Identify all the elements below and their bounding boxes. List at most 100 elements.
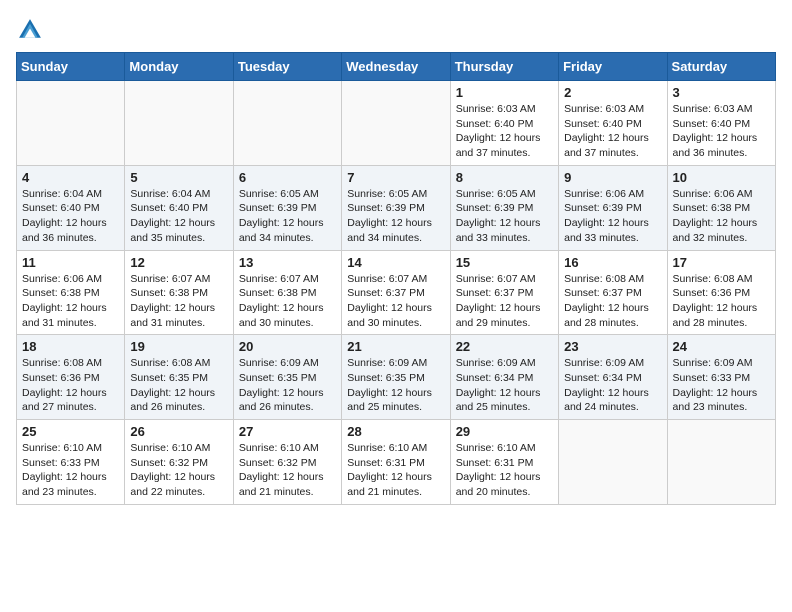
day-info: Sunrise: 6:09 AM Sunset: 6:33 PM Dayligh… xyxy=(673,356,770,415)
calendar-cell: 4 Sunrise: 6:04 AM Sunset: 6:40 PM Daylig… xyxy=(17,165,125,250)
calendar-cell: 29 Sunrise: 6:10 AM Sunset: 6:31 PM Dayli… xyxy=(450,420,558,505)
day-info: Sunrise: 6:06 AM Sunset: 6:38 PM Dayligh… xyxy=(22,272,119,331)
day-info: Sunrise: 6:03 AM Sunset: 6:40 PM Dayligh… xyxy=(673,102,770,161)
weekday-header-saturday: Saturday xyxy=(667,53,775,81)
calendar-cell xyxy=(559,420,667,505)
day-info: Sunrise: 6:10 AM Sunset: 6:32 PM Dayligh… xyxy=(130,441,227,500)
day-number: 7 xyxy=(347,170,444,185)
day-info: Sunrise: 6:10 AM Sunset: 6:32 PM Dayligh… xyxy=(239,441,336,500)
day-info: Sunrise: 6:10 AM Sunset: 6:33 PM Dayligh… xyxy=(22,441,119,500)
weekday-header-thursday: Thursday xyxy=(450,53,558,81)
calendar-cell: 18 Sunrise: 6:08 AM Sunset: 6:36 PM Dayli… xyxy=(17,335,125,420)
calendar-cell: 12 Sunrise: 6:07 AM Sunset: 6:38 PM Dayli… xyxy=(125,250,233,335)
calendar-week-4: 18 Sunrise: 6:08 AM Sunset: 6:36 PM Dayli… xyxy=(17,335,776,420)
calendar-cell: 26 Sunrise: 6:10 AM Sunset: 6:32 PM Dayli… xyxy=(125,420,233,505)
day-info: Sunrise: 6:09 AM Sunset: 6:34 PM Dayligh… xyxy=(456,356,553,415)
calendar-cell xyxy=(17,81,125,166)
calendar-cell: 7 Sunrise: 6:05 AM Sunset: 6:39 PM Daylig… xyxy=(342,165,450,250)
day-info: Sunrise: 6:08 AM Sunset: 6:36 PM Dayligh… xyxy=(673,272,770,331)
weekday-header-wednesday: Wednesday xyxy=(342,53,450,81)
calendar-cell: 10Sunrise: 6:06 AM Sunset: 6:38 PM Dayli… xyxy=(667,165,775,250)
calendar-cell: 3Sunrise: 6:03 AM Sunset: 6:40 PM Daylig… xyxy=(667,81,775,166)
calendar-cell: 23 Sunrise: 6:09 AM Sunset: 6:34 PM Dayli… xyxy=(559,335,667,420)
day-info: Sunrise: 6:07 AM Sunset: 6:37 PM Dayligh… xyxy=(456,272,553,331)
calendar-cell: 16Sunrise: 6:08 AM Sunset: 6:37 PM Dayli… xyxy=(559,250,667,335)
day-number: 11 xyxy=(22,255,119,270)
day-number: 9 xyxy=(564,170,661,185)
day-number: 17 xyxy=(673,255,770,270)
page-header xyxy=(16,16,776,44)
day-info: Sunrise: 6:05 AM Sunset: 6:39 PM Dayligh… xyxy=(347,187,444,246)
calendar-cell: 2 Sunrise: 6:03 AM Sunset: 6:40 PM Daylig… xyxy=(559,81,667,166)
day-info: Sunrise: 6:06 AM Sunset: 6:39 PM Dayligh… xyxy=(564,187,661,246)
calendar-cell: 17 Sunrise: 6:08 AM Sunset: 6:36 PM Dayli… xyxy=(667,250,775,335)
day-number: 10 xyxy=(673,170,770,185)
day-number: 19 xyxy=(130,339,227,354)
calendar-cell: 13 Sunrise: 6:07 AM Sunset: 6:38 PM Dayli… xyxy=(233,250,341,335)
day-number: 14 xyxy=(347,255,444,270)
day-info: Sunrise: 6:03 AM Sunset: 6:40 PM Dayligh… xyxy=(456,102,553,161)
day-number: 6 xyxy=(239,170,336,185)
calendar-cell: 28 Sunrise: 6:10 AM Sunset: 6:31 PM Dayli… xyxy=(342,420,450,505)
day-number: 1 xyxy=(456,85,553,100)
day-number: 22 xyxy=(456,339,553,354)
calendar-cell: 14 Sunrise: 6:07 AM Sunset: 6:37 PM Dayli… xyxy=(342,250,450,335)
calendar-cell: 11 Sunrise: 6:06 AM Sunset: 6:38 PM Dayli… xyxy=(17,250,125,335)
day-info: Sunrise: 6:08 AM Sunset: 6:36 PM Dayligh… xyxy=(22,356,119,415)
calendar-cell: 24Sunrise: 6:09 AM Sunset: 6:33 PM Dayli… xyxy=(667,335,775,420)
day-info: Sunrise: 6:04 AM Sunset: 6:40 PM Dayligh… xyxy=(130,187,227,246)
day-number: 8 xyxy=(456,170,553,185)
calendar-cell xyxy=(667,420,775,505)
weekday-header-monday: Monday xyxy=(125,53,233,81)
weekday-header-friday: Friday xyxy=(559,53,667,81)
calendar-week-2: 4 Sunrise: 6:04 AM Sunset: 6:40 PM Daylig… xyxy=(17,165,776,250)
weekday-header-row: SundayMondayTuesdayWednesdayThursdayFrid… xyxy=(17,53,776,81)
day-info: Sunrise: 6:05 AM Sunset: 6:39 PM Dayligh… xyxy=(456,187,553,246)
calendar-cell: 21Sunrise: 6:09 AM Sunset: 6:35 PM Dayli… xyxy=(342,335,450,420)
day-number: 23 xyxy=(564,339,661,354)
calendar-cell: 25Sunrise: 6:10 AM Sunset: 6:33 PM Dayli… xyxy=(17,420,125,505)
day-info: Sunrise: 6:09 AM Sunset: 6:34 PM Dayligh… xyxy=(564,356,661,415)
calendar-cell: 6 Sunrise: 6:05 AM Sunset: 6:39 PM Daylig… xyxy=(233,165,341,250)
day-info: Sunrise: 6:04 AM Sunset: 6:40 PM Dayligh… xyxy=(22,187,119,246)
day-info: Sunrise: 6:03 AM Sunset: 6:40 PM Dayligh… xyxy=(564,102,661,161)
day-number: 20 xyxy=(239,339,336,354)
day-number: 13 xyxy=(239,255,336,270)
logo xyxy=(16,16,48,44)
day-info: Sunrise: 6:07 AM Sunset: 6:37 PM Dayligh… xyxy=(347,272,444,331)
day-number: 2 xyxy=(564,85,661,100)
day-number: 4 xyxy=(22,170,119,185)
day-number: 26 xyxy=(130,424,227,439)
day-info: Sunrise: 6:07 AM Sunset: 6:38 PM Dayligh… xyxy=(130,272,227,331)
day-number: 5 xyxy=(130,170,227,185)
calendar-cell: 5 Sunrise: 6:04 AM Sunset: 6:40 PM Daylig… xyxy=(125,165,233,250)
calendar-cell xyxy=(233,81,341,166)
day-number: 27 xyxy=(239,424,336,439)
day-info: Sunrise: 6:10 AM Sunset: 6:31 PM Dayligh… xyxy=(456,441,553,500)
day-number: 12 xyxy=(130,255,227,270)
day-number: 16 xyxy=(564,255,661,270)
calendar-cell: 27 Sunrise: 6:10 AM Sunset: 6:32 PM Dayli… xyxy=(233,420,341,505)
calendar-cell: 8 Sunrise: 6:05 AM Sunset: 6:39 PM Daylig… xyxy=(450,165,558,250)
calendar-cell: 19 Sunrise: 6:08 AM Sunset: 6:35 PM Dayli… xyxy=(125,335,233,420)
calendar-cell xyxy=(342,81,450,166)
calendar-cell: 9 Sunrise: 6:06 AM Sunset: 6:39 PM Daylig… xyxy=(559,165,667,250)
calendar-week-3: 11 Sunrise: 6:06 AM Sunset: 6:38 PM Dayli… xyxy=(17,250,776,335)
day-number: 18 xyxy=(22,339,119,354)
calendar-cell: 15Sunrise: 6:07 AM Sunset: 6:37 PM Dayli… xyxy=(450,250,558,335)
weekday-header-sunday: Sunday xyxy=(17,53,125,81)
calendar-week-1: 1 Sunrise: 6:03 AM Sunset: 6:40 PM Daylig… xyxy=(17,81,776,166)
calendar-cell: 20Sunrise: 6:09 AM Sunset: 6:35 PM Dayli… xyxy=(233,335,341,420)
day-info: Sunrise: 6:05 AM Sunset: 6:39 PM Dayligh… xyxy=(239,187,336,246)
calendar-table: SundayMondayTuesdayWednesdayThursdayFrid… xyxy=(16,52,776,505)
logo-icon xyxy=(16,16,44,44)
day-info: Sunrise: 6:07 AM Sunset: 6:38 PM Dayligh… xyxy=(239,272,336,331)
day-info: Sunrise: 6:10 AM Sunset: 6:31 PM Dayligh… xyxy=(347,441,444,500)
calendar-cell: 22 Sunrise: 6:09 AM Sunset: 6:34 PM Dayli… xyxy=(450,335,558,420)
calendar-cell xyxy=(125,81,233,166)
day-number: 28 xyxy=(347,424,444,439)
day-number: 29 xyxy=(456,424,553,439)
day-info: Sunrise: 6:08 AM Sunset: 6:35 PM Dayligh… xyxy=(130,356,227,415)
calendar-cell: 1 Sunrise: 6:03 AM Sunset: 6:40 PM Daylig… xyxy=(450,81,558,166)
calendar-week-5: 25Sunrise: 6:10 AM Sunset: 6:33 PM Dayli… xyxy=(17,420,776,505)
